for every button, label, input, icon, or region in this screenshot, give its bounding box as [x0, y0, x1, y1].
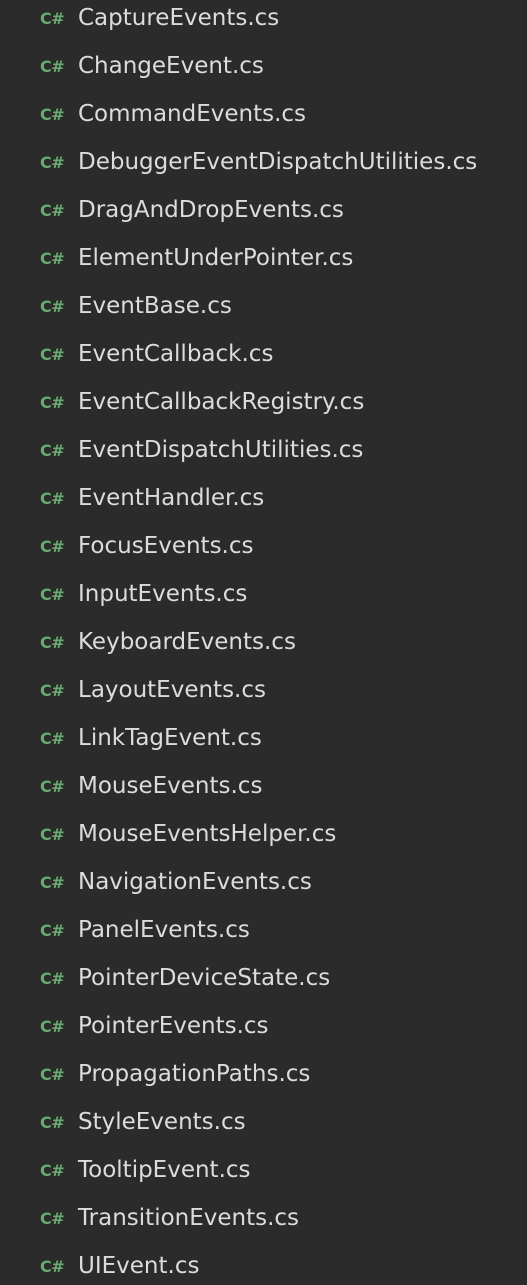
- file-tree-item[interactable]: C# TooltipEvent.cs: [0, 1146, 527, 1194]
- file-tree-item[interactable]: C# EventCallback.cs: [0, 330, 527, 378]
- file-tree-item[interactable]: C# FocusEvents.cs: [0, 522, 527, 570]
- file-name-label: PointerEvents.cs: [78, 1013, 269, 1039]
- file-tree-item[interactable]: C# PointerEvents.cs: [0, 1002, 527, 1050]
- csharp-file-icon: C#: [40, 776, 65, 796]
- file-tree-item[interactable]: C# NavigationEvents.cs: [0, 858, 527, 906]
- csharp-file-icon: C#: [40, 536, 65, 556]
- file-tree-item[interactable]: C# LayoutEvents.cs: [0, 666, 527, 714]
- csharp-file-icon: C#: [40, 104, 65, 124]
- file-tree-item[interactable]: C# ElementUnderPointer.cs: [0, 234, 527, 282]
- file-tree-item[interactable]: C# TransitionEvents.cs: [0, 1194, 527, 1242]
- csharp-file-icon: C#: [40, 488, 65, 508]
- file-name-label: CaptureEvents.cs: [78, 5, 280, 31]
- file-tree-item[interactable]: C# PanelEvents.cs: [0, 906, 527, 954]
- csharp-file-icon: C#: [40, 1256, 65, 1276]
- csharp-file-icon: C#: [40, 344, 65, 364]
- file-tree-item[interactable]: C# LinkTagEvent.cs: [0, 714, 527, 762]
- csharp-file-icon: C#: [40, 152, 65, 172]
- file-name-label: DragAndDropEvents.cs: [78, 197, 344, 223]
- csharp-file-icon: C#: [40, 392, 65, 412]
- file-name-label: UIEvent.cs: [78, 1253, 200, 1279]
- file-name-label: InputEvents.cs: [78, 581, 248, 607]
- file-name-label: LinkTagEvent.cs: [78, 725, 262, 751]
- file-name-label: StyleEvents.cs: [78, 1109, 246, 1135]
- file-name-label: DebuggerEventDispatchUtilities.cs: [78, 149, 478, 175]
- file-tree-item[interactable]: C# ChangeEvent.cs: [0, 42, 527, 90]
- csharp-file-icon: C#: [40, 584, 65, 604]
- csharp-file-icon: C#: [40, 680, 65, 700]
- csharp-file-icon: C#: [40, 920, 65, 940]
- file-name-label: PointerDeviceState.cs: [78, 965, 331, 991]
- file-name-label: CommandEvents.cs: [78, 101, 307, 127]
- csharp-file-icon: C#: [40, 1016, 65, 1036]
- csharp-file-icon: C#: [40, 1112, 65, 1132]
- file-tree-item[interactable]: C# CaptureEvents.cs: [0, 0, 527, 42]
- csharp-file-icon: C#: [40, 296, 65, 316]
- csharp-file-icon: C#: [40, 968, 65, 988]
- file-name-label: PropagationPaths.cs: [78, 1061, 311, 1087]
- file-tree-item[interactable]: C# UIEvent.cs: [0, 1242, 527, 1285]
- csharp-file-icon: C#: [40, 824, 65, 844]
- csharp-file-icon: C#: [40, 56, 65, 76]
- file-name-label: EventHandler.cs: [78, 485, 265, 511]
- file-name-label: FocusEvents.cs: [78, 533, 254, 559]
- file-name-label: ElementUnderPointer.cs: [78, 245, 354, 271]
- file-tree-item[interactable]: C# PointerDeviceState.cs: [0, 954, 527, 1002]
- file-tree-item[interactable]: C# StyleEvents.cs: [0, 1098, 527, 1146]
- csharp-file-icon: C#: [40, 440, 65, 460]
- file-tree-item[interactable]: C# PropagationPaths.cs: [0, 1050, 527, 1098]
- file-name-label: TransitionEvents.cs: [78, 1205, 300, 1231]
- file-tree: C# CaptureEvents.cs C# ChangeEvent.cs C# Comm…: [0, 0, 527, 1285]
- csharp-file-icon: C#: [40, 248, 65, 268]
- file-name-label: EventBase.cs: [78, 293, 232, 319]
- file-name-label: PanelEvents.cs: [78, 917, 250, 943]
- file-name-label: ChangeEvent.cs: [78, 53, 264, 79]
- csharp-file-icon: C#: [40, 872, 65, 892]
- file-tree-item[interactable]: C# KeyboardEvents.cs: [0, 618, 527, 666]
- file-name-label: LayoutEvents.cs: [78, 677, 266, 703]
- csharp-file-icon: C#: [40, 8, 65, 28]
- file-tree-item[interactable]: C# EventDispatchUtilities.cs: [0, 426, 527, 474]
- file-tree-item[interactable]: C# EventCallbackRegistry.cs: [0, 378, 527, 426]
- csharp-file-icon: C#: [40, 632, 65, 652]
- file-name-label: TooltipEvent.cs: [78, 1157, 251, 1183]
- file-tree-item[interactable]: C# CommandEvents.cs: [0, 90, 527, 138]
- file-name-label: EventCallback.cs: [78, 341, 274, 367]
- file-name-label: MouseEvents.cs: [78, 773, 263, 799]
- file-tree-item[interactable]: C# EventHandler.cs: [0, 474, 527, 522]
- file-name-label: NavigationEvents.cs: [78, 869, 312, 895]
- csharp-file-icon: C#: [40, 200, 65, 220]
- file-name-label: KeyboardEvents.cs: [78, 629, 296, 655]
- file-name-label: EventCallbackRegistry.cs: [78, 389, 365, 415]
- file-name-label: EventDispatchUtilities.cs: [78, 437, 364, 463]
- csharp-file-icon: C#: [40, 1160, 65, 1180]
- file-tree-item[interactable]: C# MouseEventsHelper.cs: [0, 810, 527, 858]
- file-tree-item[interactable]: C# EventBase.cs: [0, 282, 527, 330]
- file-tree-item[interactable]: C# DragAndDropEvents.cs: [0, 186, 527, 234]
- csharp-file-icon: C#: [40, 1208, 65, 1228]
- csharp-file-icon: C#: [40, 728, 65, 748]
- file-tree-item[interactable]: C# MouseEvents.cs: [0, 762, 527, 810]
- csharp-file-icon: C#: [40, 1064, 65, 1084]
- file-name-label: MouseEventsHelper.cs: [78, 821, 337, 847]
- file-tree-item[interactable]: C# InputEvents.cs: [0, 570, 527, 618]
- file-tree-item[interactable]: C# DebuggerEventDispatchUtilities.cs: [0, 138, 527, 186]
